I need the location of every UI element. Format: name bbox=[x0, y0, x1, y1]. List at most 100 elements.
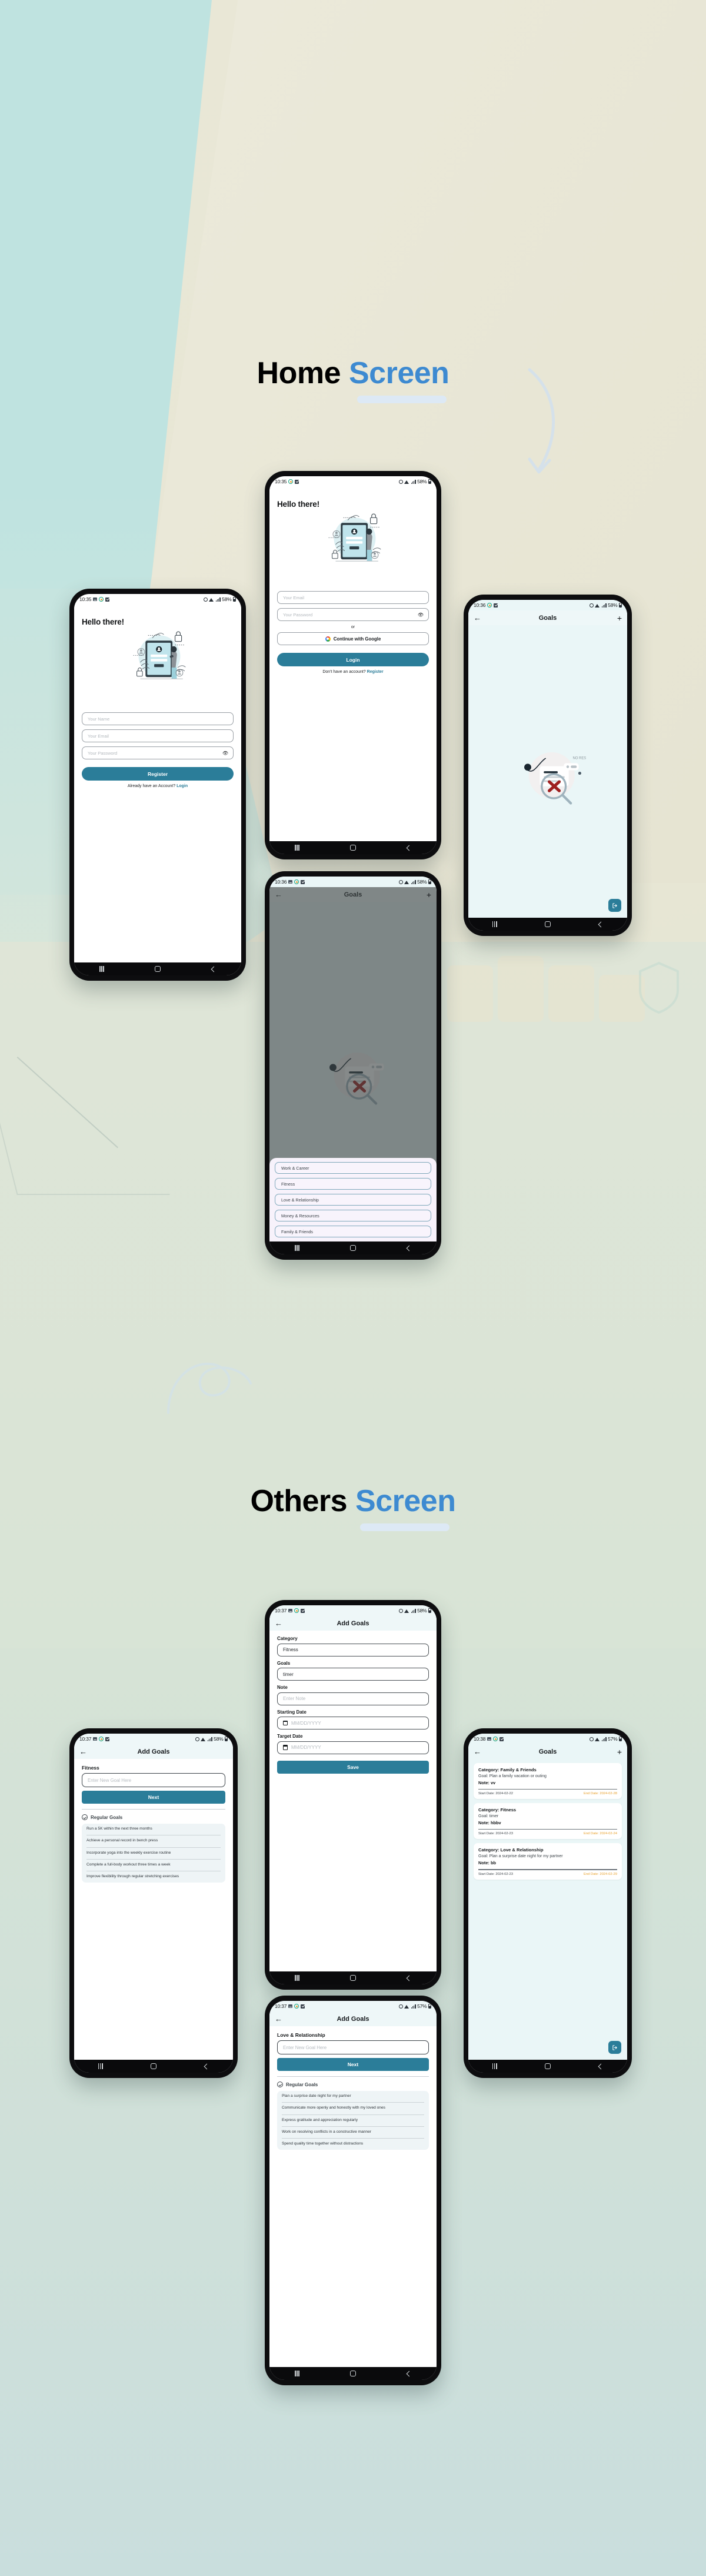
back-arrow-icon[interactable]: ← bbox=[275, 1619, 282, 1627]
category-label: Family & Friends bbox=[281, 1229, 313, 1234]
recents-icon[interactable] bbox=[492, 2063, 497, 2069]
category-select[interactable]: Fitness bbox=[277, 1643, 429, 1657]
logout-fab-button[interactable] bbox=[608, 2041, 621, 2054]
wifi-icon bbox=[404, 1609, 409, 1613]
show-password-eye-icon[interactable]: 👁 bbox=[222, 751, 228, 756]
back-icon[interactable] bbox=[204, 2063, 210, 2069]
divider bbox=[478, 1789, 617, 1790]
list-item[interactable]: Incorporate yoga into the weekly exercis… bbox=[86, 1848, 221, 1860]
password-field[interactable]: Your Password 👁 bbox=[82, 746, 234, 759]
android-nav-bar bbox=[468, 918, 627, 931]
back-arrow-icon[interactable]: ← bbox=[275, 2015, 282, 2023]
goal-end-date: End Date: 2024-02-28 bbox=[583, 1792, 617, 1796]
back-arrow-icon[interactable]: ← bbox=[474, 614, 481, 622]
back-arrow-icon[interactable]: ← bbox=[474, 1748, 481, 1755]
task-check-icon bbox=[105, 1737, 110, 1741]
recents-icon[interactable] bbox=[295, 2371, 299, 2376]
add-goal-plus-icon[interactable]: + bbox=[427, 891, 431, 899]
home-icon[interactable] bbox=[545, 921, 551, 927]
back-icon[interactable] bbox=[406, 1245, 412, 1251]
list-item[interactable]: Express gratitude and appreciation regul… bbox=[282, 2115, 424, 2127]
home-icon[interactable] bbox=[350, 2371, 357, 2376]
goal-card[interactable]: Category: Love & Relationship Goal: Plan… bbox=[474, 1843, 622, 1880]
back-icon[interactable] bbox=[598, 2063, 604, 2069]
list-item[interactable]: Complete a full-body workout three times… bbox=[86, 1860, 221, 1872]
home-icon[interactable] bbox=[151, 2063, 157, 2069]
login-button[interactable]: Login bbox=[277, 653, 429, 666]
others-title-blue: Screen bbox=[355, 1484, 456, 1518]
logout-icon bbox=[612, 902, 617, 908]
home-icon[interactable] bbox=[545, 2063, 551, 2069]
next-button[interactable]: Next bbox=[277, 2058, 429, 2071]
new-goal-input[interactable]: Enter New Goal Here bbox=[82, 1773, 225, 1787]
register-link[interactable]: Register bbox=[367, 670, 384, 674]
list-item[interactable]: Spend quality time together without dist… bbox=[282, 2139, 424, 2150]
recents-icon[interactable] bbox=[295, 1975, 299, 1981]
list-item[interactable]: Plan a surprise date night for my partne… bbox=[282, 2091, 424, 2103]
page-title: Add Goals bbox=[337, 1619, 369, 1627]
login-illustration bbox=[277, 512, 429, 567]
category-option-fitness[interactable]: Fitness bbox=[275, 1178, 431, 1190]
goal-start-date: Start Date: 2024-02-23 bbox=[478, 1832, 513, 1836]
phone-category-sheet: 10:36 58% ← Goals + bbox=[265, 871, 441, 1260]
save-button[interactable]: Save bbox=[277, 1760, 429, 1774]
list-item[interactable]: Communicate more openly and honestly wit… bbox=[282, 2103, 424, 2115]
category-option-love-relationship[interactable]: Love & Relationship bbox=[275, 1194, 431, 1206]
password-placeholder: Your Password bbox=[283, 612, 313, 618]
add-goal-plus-icon[interactable]: + bbox=[617, 614, 622, 622]
task-check-icon bbox=[499, 1737, 504, 1741]
goals-input[interactable]: timer bbox=[277, 1668, 429, 1681]
status-time: 10:36 bbox=[275, 879, 287, 885]
back-icon[interactable] bbox=[598, 921, 604, 927]
recents-icon[interactable] bbox=[99, 966, 104, 972]
password-field[interactable]: Your Password 👁 bbox=[277, 608, 429, 621]
note-input[interactable]: Enter Note bbox=[277, 1692, 429, 1705]
category-option-family-friends[interactable]: Family & Friends bbox=[275, 1226, 431, 1237]
login-link[interactable]: Login bbox=[176, 784, 188, 788]
name-field[interactable]: Your Name bbox=[82, 712, 234, 725]
email-field[interactable]: Your Email bbox=[82, 729, 234, 742]
home-icon[interactable] bbox=[350, 1975, 357, 1981]
add-goal-plus-icon[interactable]: + bbox=[617, 1748, 622, 1756]
email-field[interactable]: Your Email bbox=[277, 591, 429, 604]
logout-fab-button[interactable] bbox=[608, 899, 621, 912]
others-section-title: Others Screen bbox=[0, 1483, 706, 1519]
category-option-work-career[interactable]: Work & Career bbox=[275, 1162, 431, 1174]
back-icon[interactable] bbox=[406, 1975, 412, 1981]
recents-icon[interactable] bbox=[492, 921, 497, 927]
home-icon[interactable] bbox=[155, 966, 161, 972]
starting-date-input[interactable]: MM/DD/YYYY bbox=[277, 1717, 429, 1729]
recents-icon[interactable] bbox=[98, 2063, 103, 2069]
list-item[interactable]: Run a 5K within the next three months bbox=[86, 1824, 221, 1836]
android-nav-bar bbox=[468, 2060, 627, 2073]
recents-icon[interactable] bbox=[295, 845, 299, 851]
goal-text: Goal: Plan a family vacation or outing bbox=[478, 1774, 547, 1778]
battery-icon bbox=[233, 597, 236, 602]
battery-icon bbox=[428, 2004, 431, 2009]
back-icon[interactable] bbox=[211, 966, 217, 972]
recents-icon[interactable] bbox=[295, 1245, 299, 1251]
new-goal-input[interactable]: Enter New Goal Here bbox=[277, 2040, 429, 2054]
back-icon[interactable] bbox=[406, 2371, 412, 2376]
next-button[interactable]: Next bbox=[82, 1791, 225, 1804]
back-arrow-icon[interactable]: ← bbox=[79, 1748, 87, 1755]
back-icon[interactable] bbox=[406, 845, 412, 851]
home-icon[interactable] bbox=[350, 845, 357, 851]
goal-card[interactable]: Category: Family & Friends Goal: Plan a … bbox=[474, 1763, 622, 1800]
goal-note: Note: vv bbox=[478, 1780, 496, 1785]
goal-card[interactable]: Category: Fitness Goal: timer Note: hbbv… bbox=[474, 1803, 622, 1840]
login-illustration bbox=[82, 630, 234, 685]
register-button[interactable]: Register bbox=[82, 767, 234, 781]
home-icon[interactable] bbox=[350, 1245, 357, 1251]
list-item[interactable]: Achieve a personal record in bench press bbox=[86, 1835, 221, 1848]
continue-with-google-button[interactable]: Continue with Google bbox=[277, 632, 429, 645]
list-item[interactable]: Improve flexibility through regular stre… bbox=[86, 1871, 221, 1883]
selected-category-heading: Love & Relationship bbox=[277, 2032, 325, 2038]
category-option-money-resources[interactable]: Money & Resources bbox=[275, 1210, 431, 1221]
check-circle-icon bbox=[82, 1814, 88, 1820]
status-bar: 10:37 58% bbox=[74, 1734, 233, 1744]
battery-percent: 58% bbox=[222, 596, 232, 602]
show-password-eye-icon[interactable]: 👁 bbox=[418, 612, 424, 618]
list-item[interactable]: Work on resolving conflicts in a constru… bbox=[282, 2127, 424, 2139]
target-date-input[interactable]: MM/DD/YYYY bbox=[277, 1741, 429, 1754]
